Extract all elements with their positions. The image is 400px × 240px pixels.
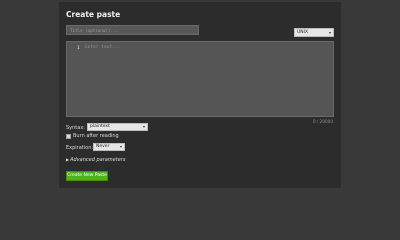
triangle-right-icon: ▶ <box>66 157 70 162</box>
chevron-down-icon: ▾ <box>119 144 122 149</box>
page-title: Create paste <box>66 10 121 19</box>
paste-content-textarea[interactable] <box>85 44 331 114</box>
line-number: 1 <box>77 46 80 51</box>
burn-after-reading-checkbox[interactable] <box>66 134 71 139</box>
line-ending-select[interactable]: UNIX ▾ <box>294 28 334 37</box>
paste-editor[interactable]: 1 <box>66 41 334 117</box>
advanced-parameters-label: Advanced parameters <box>70 157 126 163</box>
create-paste-panel: Create paste UNIX ▾ 1 0 / 20000 Syntax: … <box>59 2 341 188</box>
line-gutter: 1 <box>67 42 83 116</box>
expiration-value: Never <box>96 144 110 149</box>
paste-title-input[interactable] <box>66 25 199 35</box>
syntax-select[interactable]: plaintext ▾ <box>87 123 148 131</box>
expiration-select[interactable]: Never ▾ <box>93 143 125 151</box>
character-counter: 0 / 20000 <box>312 119 333 124</box>
line-ending-value: UNIX <box>297 30 309 35</box>
chevron-down-icon: ▾ <box>142 124 145 129</box>
syntax-value: plaintext <box>90 124 110 129</box>
syntax-label: Syntax: <box>66 125 85 131</box>
advanced-parameters-toggle[interactable]: ▶Advanced parameters <box>66 157 125 163</box>
create-paste-button[interactable]: Create New Paste <box>66 171 108 181</box>
burn-after-reading-label[interactable]: Burn after reading <box>73 133 119 139</box>
expiration-label: Expiration: <box>66 145 94 151</box>
chevron-down-icon: ▾ <box>328 30 331 35</box>
